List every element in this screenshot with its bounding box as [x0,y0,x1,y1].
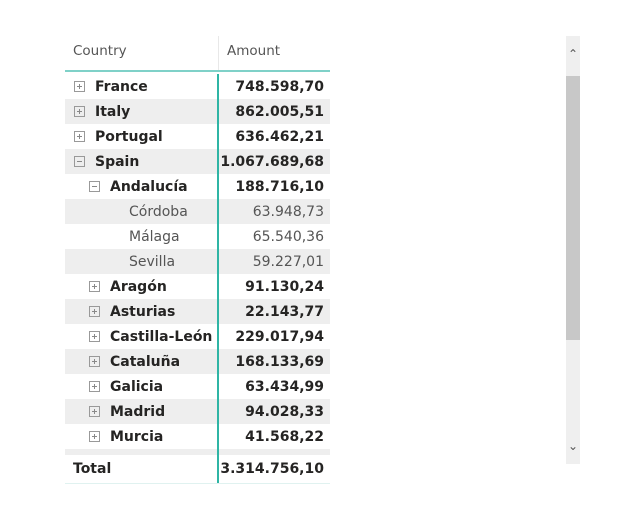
table-row[interactable]: Portugal 636.462,21 [65,124,330,149]
table-row[interactable]: Córdoba 63.948,73 [65,199,330,224]
row-amount: 636.462,21 [235,128,324,145]
total-label: Total [65,455,219,483]
scroll-down-icon[interactable]: ⌄ [566,436,580,456]
expand-plus-icon[interactable] [89,356,100,367]
row-label-cell: Italy [65,99,219,124]
row-label-cell: Aragón [65,274,219,299]
row-label-cell: Spain [65,149,219,174]
row-label-cell: Murcia [65,424,219,449]
row-label-cell: France [65,74,219,99]
table-header: Country Amount [65,36,330,72]
row-amount: 91.130,24 [245,278,324,295]
row-amount: 94.028,33 [245,403,324,420]
table-row[interactable]: Galicia 63.434,99 [65,374,330,399]
table-row[interactable]: Italy 862.005,51 [65,99,330,124]
row-label-cell: Cataluña [65,349,219,374]
expand-plus-icon[interactable] [89,431,100,442]
row-amount: 59.227,01 [252,253,324,270]
table-row[interactable]: Murcia 41.568,22 [65,424,330,449]
row-label: Asturias [110,303,176,320]
column-header-country[interactable]: Country [65,36,219,70]
row-label-cell: Asturias [65,299,219,324]
row-label: Italy [95,103,131,120]
row-label-cell: Portugal [65,124,219,149]
scrollbar-thumb[interactable] [566,76,580,340]
table-row[interactable]: France 748.598,70 [65,74,330,99]
row-amount: 22.143,77 [245,303,324,320]
row-amount: 188.716,10 [235,178,324,195]
collapse-minus-icon[interactable] [89,181,100,192]
row-label-cell: Córdoba [65,199,219,224]
row-amount: 41.568,22 [245,428,324,445]
row-amount: 168.133,69 [235,353,324,370]
matrix-table: Country Amount France 748.598,70 Italy 862.… [65,36,330,484]
row-amount: 63.434,99 [245,378,324,395]
expand-plus-icon[interactable] [74,106,85,117]
table-row[interactable]: Málaga 65.540,36 [65,224,330,249]
row-amount: 65.540,36 [252,228,324,245]
row-label-cell: Galicia [65,374,219,399]
expand-plus-icon[interactable] [89,381,100,392]
table-row[interactable]: Sevilla 59.227,01 [65,249,330,274]
row-label-cell: Málaga [65,224,219,249]
row-label: Málaga [129,228,180,245]
table-row[interactable]: Aragón 91.130,24 [65,274,330,299]
row-label: Sevilla [129,253,176,270]
expand-plus-icon[interactable] [89,281,100,292]
vertical-scrollbar[interactable]: ⌃ ⌄ [566,36,580,464]
row-label-cell: Sevilla [65,249,219,274]
row-label: Portugal [95,128,163,145]
table-body: France 748.598,70 Italy 862.005,51 Portugal 6… [65,72,330,449]
row-amount: 1.067.689,68 [220,153,324,170]
collapse-minus-icon[interactable] [74,156,85,167]
total-value: 3.314.756,10 [220,461,324,477]
table-row[interactable]: Madrid 94.028,33 [65,399,330,424]
row-label-cell: Madrid [65,399,219,424]
row-amount: 748.598,70 [235,78,324,95]
expand-plus-icon[interactable] [89,331,100,342]
table-row[interactable]: Andalucía 188.716,10 [65,174,330,199]
scroll-up-icon[interactable]: ⌃ [566,44,580,64]
table-row[interactable]: Asturias 22.143,77 [65,299,330,324]
row-label: Madrid [110,403,166,420]
row-amount: 229.017,94 [235,328,324,345]
row-label: Córdoba [129,203,188,220]
column-header-amount[interactable]: Amount [219,36,330,70]
row-label: Castilla-León [110,328,213,345]
expand-plus-icon[interactable] [74,81,85,92]
total-row: Total 3.314.756,10 [65,455,330,484]
table-row[interactable]: Spain 1.067.689,68 [65,149,330,174]
row-amount: 63.948,73 [252,203,324,220]
row-amount: 862.005,51 [235,103,324,120]
row-label: Aragón [110,278,167,295]
row-label-cell: Castilla-León [65,324,219,349]
expand-plus-icon[interactable] [89,406,100,417]
row-label: Cataluña [110,353,181,370]
row-label: Andalucía [110,178,188,195]
table-row[interactable]: Cataluña 168.133,69 [65,349,330,374]
row-label: Spain [95,153,140,170]
row-label: Murcia [110,428,164,445]
row-label-cell: Andalucía [65,174,219,199]
row-label: France [95,78,148,95]
row-label: Galicia [110,378,164,395]
table-row[interactable]: Castilla-León 229.017,94 [65,324,330,349]
expand-plus-icon[interactable] [74,131,85,142]
expand-plus-icon[interactable] [89,306,100,317]
